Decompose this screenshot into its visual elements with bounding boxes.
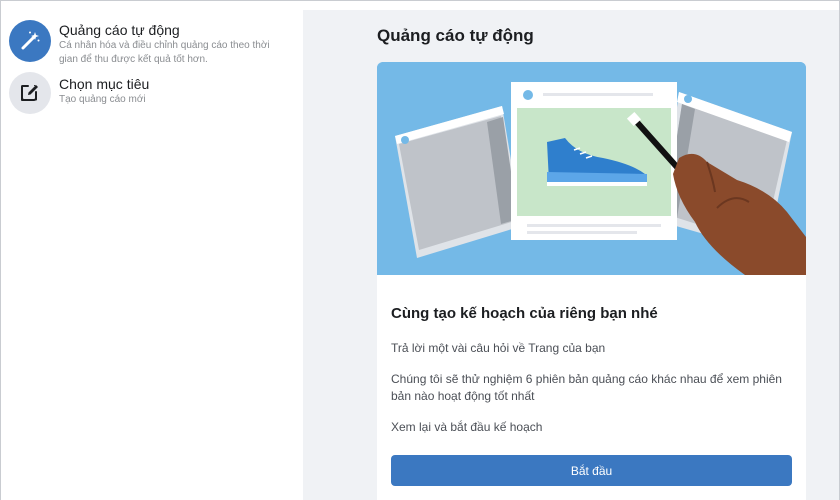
sidebar-item-choose-objective[interactable]: Chọn mục tiêu Tạo quảng cáo mới [9, 72, 299, 122]
page-title: Quảng cáo tự động [377, 26, 534, 45]
card-heading: Cùng tạo kế hoạch của riêng bạn nhé [391, 305, 658, 322]
top-strip [1, 1, 839, 10]
sidebar-item-title: Quảng cáo tự động [59, 22, 180, 38]
sidebar: Quảng cáo tự động Cá nhân hóa và điều ch… [1, 10, 303, 500]
step-text: Trả lời một vài câu hỏi về Trang của bạn [391, 341, 606, 355]
sidebar-item-description: Tạo quảng cáo mới [59, 94, 146, 105]
magic-wand-icon [9, 20, 51, 62]
sidebar-item-automated-ads[interactable]: Quảng cáo tự động Cá nhân hóa và điều ch… [9, 20, 299, 70]
sidebar-item-title: Chọn mục tiêu [59, 76, 150, 92]
start-button[interactable]: Bắt đầu [391, 455, 792, 486]
step-text: Xem lại và bắt đầu kế hoạch [391, 420, 543, 434]
hero-illustration [377, 62, 806, 275]
plan-card: Cùng tạo kế hoạch của riêng bạn nhé Trả … [377, 62, 806, 500]
ad-card-center-image [511, 82, 677, 240]
step-text: Chúng tôi sẽ thử nghiệm 6 phiên bản quản… [391, 372, 782, 403]
sidebar-item-description: Cá nhân hóa và điều chỉnh quảng cáo theo… [59, 40, 270, 65]
edit-icon [9, 72, 51, 114]
